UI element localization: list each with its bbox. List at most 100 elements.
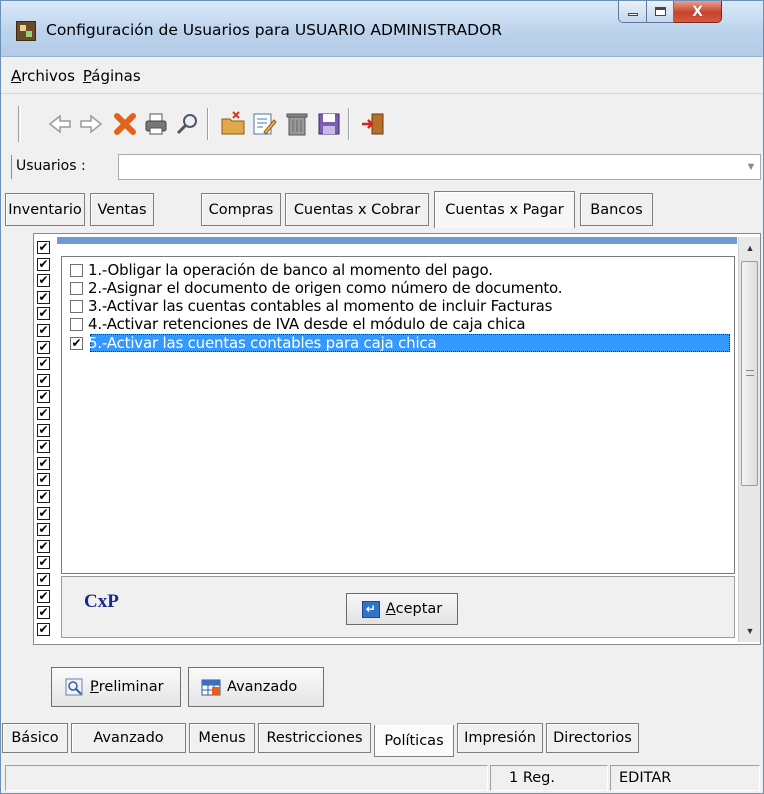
tab-ventas[interactable]: Ventas bbox=[90, 193, 154, 226]
row-checkbox[interactable]: ✔ bbox=[37, 539, 50, 553]
new-folder-icon bbox=[221, 111, 245, 135]
menu-bar: Archivos Páginas bbox=[1, 58, 763, 94]
row-checkbox[interactable]: ✔ bbox=[37, 274, 50, 288]
title-bar[interactable]: Configuración de Usuarios para USUARIO A… bbox=[1, 1, 763, 57]
window-title: Configuración de Usuarios para USUARIO A… bbox=[46, 21, 503, 39]
chevron-down-icon[interactable]: ▼ bbox=[742, 155, 760, 179]
row-checkbox[interactable]: ✔ bbox=[37, 357, 50, 371]
option-text: 4.-Activar retenciones de IVA desde el m… bbox=[88, 315, 526, 333]
panel-scrollbar[interactable]: ▲ ▼ bbox=[738, 237, 760, 642]
print-icon bbox=[145, 113, 167, 135]
search-button[interactable] bbox=[172, 108, 202, 140]
option-checkbox[interactable] bbox=[70, 299, 83, 313]
tab-compras[interactable]: Compras bbox=[201, 193, 281, 226]
status-bar: 1 Reg. EDITAR bbox=[1, 763, 763, 793]
advanced-grid-icon bbox=[201, 679, 221, 696]
row-checkbox[interactable]: ✔ bbox=[37, 340, 50, 354]
row-checkbox[interactable]: ✔ bbox=[37, 290, 50, 304]
toolbar bbox=[1, 96, 763, 152]
caption-buttons: X bbox=[618, 1, 722, 23]
scroll-grip-icon bbox=[746, 370, 754, 376]
back-button[interactable] bbox=[45, 108, 75, 140]
option-checkbox[interactable]: ✔ bbox=[70, 336, 83, 350]
edit-button[interactable] bbox=[249, 108, 279, 140]
tab-impresion[interactable]: Impresión bbox=[457, 723, 543, 753]
tab-directorios[interactable]: Directorios bbox=[546, 723, 639, 753]
scroll-down-icon[interactable]: ▼ bbox=[739, 622, 761, 640]
maximize-icon bbox=[654, 7, 666, 16]
close-button[interactable]: X bbox=[674, 1, 722, 23]
option-text: 1.-Obligar la operación de banco al mome… bbox=[88, 261, 493, 279]
minimize-button[interactable] bbox=[618, 1, 647, 23]
accept-button[interactable]: ↵ Aceptar bbox=[346, 593, 458, 625]
edit-icon bbox=[253, 113, 277, 135]
row-checkbox[interactable]: ✔ bbox=[37, 506, 50, 520]
delete-x-icon bbox=[114, 113, 136, 135]
option-row-5[interactable]: ✔ 5.-Activar las cuentas contables para … bbox=[70, 334, 732, 352]
options-list: 1.-Obligar la operación de banco al mome… bbox=[61, 256, 735, 574]
config-window: Configuración de Usuarios para USUARIO A… bbox=[0, 0, 764, 794]
usuarios-label: Usuarios : bbox=[11, 155, 86, 179]
tab-avanzado[interactable]: Avanzado bbox=[71, 723, 186, 753]
delete-button[interactable] bbox=[110, 108, 140, 140]
row-checkbox[interactable]: ✔ bbox=[37, 307, 50, 321]
tab-basico[interactable]: Básico bbox=[2, 723, 68, 753]
save-button[interactable] bbox=[314, 108, 344, 140]
exit-button[interactable] bbox=[358, 108, 388, 140]
option-row-1[interactable]: 1.-Obligar la operación de banco al mome… bbox=[70, 261, 732, 279]
maximize-button[interactable] bbox=[647, 1, 674, 23]
toolbar-separator bbox=[348, 108, 350, 140]
row-checkbox[interactable]: ✔ bbox=[37, 423, 50, 437]
trash-button[interactable] bbox=[282, 108, 312, 140]
tab-bancos[interactable]: Bancos bbox=[580, 193, 653, 226]
scroll-thumb[interactable] bbox=[741, 261, 758, 486]
toolbar-grip[interactable] bbox=[18, 106, 21, 142]
panel-footer: CxP ↵ Aceptar bbox=[61, 576, 735, 638]
scroll-up-icon[interactable]: ▲ bbox=[739, 239, 761, 257]
row-checkbox[interactable]: ✔ bbox=[37, 473, 50, 487]
row-checkbox[interactable]: ✔ bbox=[37, 589, 50, 603]
row-checkbox[interactable]: ✔ bbox=[37, 490, 50, 503]
row-checkbox[interactable]: ✔ bbox=[37, 573, 50, 586]
preliminar-button[interactable]: Preliminar bbox=[51, 667, 181, 707]
row-checkbox[interactable]: ✔ bbox=[37, 324, 50, 337]
row-checkbox[interactable]: ✔ bbox=[37, 622, 50, 636]
option-row-3[interactable]: 3.-Activar las cuentas contables al mome… bbox=[70, 297, 732, 315]
tab-menus[interactable]: Menus bbox=[189, 723, 255, 753]
usuarios-combo[interactable]: ▼ bbox=[118, 154, 761, 180]
option-row-4[interactable]: 4.-Activar retenciones de IVA desde el m… bbox=[70, 315, 732, 333]
forward-button[interactable] bbox=[76, 108, 106, 140]
module-label: CxP bbox=[84, 591, 119, 612]
row-checkbox[interactable]: ✔ bbox=[37, 407, 50, 420]
new-button[interactable] bbox=[218, 108, 248, 140]
status-message bbox=[5, 765, 488, 791]
toolbar-separator bbox=[207, 108, 209, 140]
trash-icon bbox=[286, 113, 308, 136]
tab-politicas[interactable]: Políticas bbox=[374, 725, 454, 757]
preview-icon bbox=[65, 678, 83, 696]
option-checkbox[interactable] bbox=[70, 281, 83, 295]
menu-paginas[interactable]: Páginas bbox=[83, 67, 141, 85]
row-checkbox[interactable]: ✔ bbox=[37, 556, 50, 570]
option-checkbox[interactable] bbox=[70, 263, 83, 277]
option-checkbox[interactable] bbox=[70, 317, 83, 331]
save-icon bbox=[318, 113, 340, 135]
avanzado-button[interactable]: Avanzado bbox=[188, 667, 324, 707]
menu-archivos[interactable]: Archivos bbox=[11, 67, 75, 85]
row-checkbox[interactable]: ✔ bbox=[37, 257, 50, 271]
option-text: 2.-Asignar el documento de origen como n… bbox=[88, 279, 563, 297]
row-checkbox[interactable]: ✔ bbox=[37, 523, 50, 537]
row-checkbox[interactable]: ✔ bbox=[37, 241, 50, 254]
row-checkbox[interactable]: ✔ bbox=[37, 390, 50, 404]
close-icon: X bbox=[692, 3, 703, 20]
row-checkbox[interactable]: ✔ bbox=[37, 373, 50, 387]
row-checkbox[interactable]: ✔ bbox=[37, 606, 50, 620]
tab-cuentas-x-pagar[interactable]: Cuentas x Pagar bbox=[434, 191, 575, 228]
print-button[interactable] bbox=[141, 108, 171, 140]
tab-inventario[interactable]: Inventario bbox=[5, 193, 85, 226]
option-row-2[interactable]: 2.-Asignar el documento de origen como n… bbox=[70, 279, 732, 297]
row-checkbox[interactable]: ✔ bbox=[37, 440, 50, 454]
tab-restricciones[interactable]: Restricciones bbox=[258, 723, 371, 753]
row-checkbox[interactable]: ✔ bbox=[37, 456, 50, 470]
tab-cuentas-x-cobrar[interactable]: Cuentas x Cobrar bbox=[285, 193, 429, 226]
